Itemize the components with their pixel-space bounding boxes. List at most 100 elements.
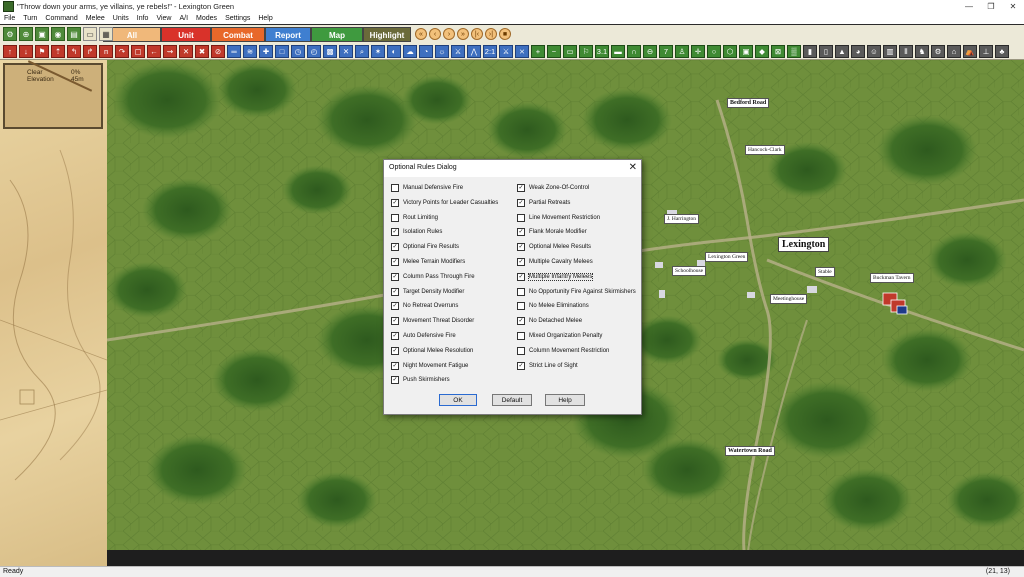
option-label[interactable]: No Melee Eliminations: [529, 303, 589, 309]
cannon-alt-icon[interactable]: ▬: [611, 44, 625, 58]
pie-chart-icon[interactable]: ◕: [851, 44, 865, 58]
document-icon[interactable]: ▭: [83, 27, 97, 41]
search-icon[interactable]: ⌕: [355, 44, 369, 58]
ratio-icon[interactable]: 2:1: [483, 44, 497, 58]
zoom-in-icon[interactable]: ⊕: [19, 27, 33, 41]
option-label[interactable]: Column Pass Through Fire: [403, 274, 475, 280]
option-checkbox[interactable]: ✓: [517, 184, 525, 192]
play-icon[interactable]: ›: [443, 28, 455, 40]
lock-icon[interactable]: ▲: [835, 44, 849, 58]
ok-button[interactable]: OK: [439, 394, 477, 406]
option-row[interactable]: ✓ Optional Fire Results: [391, 242, 459, 252]
barrel-icon[interactable]: ▥: [883, 44, 897, 58]
person-icon[interactable]: ♙: [675, 44, 689, 58]
option-row[interactable]: ✓ Optional Melee Results: [517, 242, 591, 252]
option-checkbox[interactable]: ✓: [391, 258, 399, 266]
tree-icon[interactable]: ♣: [995, 44, 1009, 58]
option-row[interactable]: Column Movement Restriction: [517, 346, 609, 356]
menu-command[interactable]: Command: [41, 13, 81, 24]
option-row[interactable]: ✓ Movement Threat Disorder: [391, 316, 474, 326]
smile-icon[interactable]: ☺: [867, 44, 881, 58]
menu-melee[interactable]: Melee: [82, 13, 109, 24]
tab-highlight[interactable]: Highlight: [363, 26, 411, 42]
option-label[interactable]: Optional Fire Results: [403, 244, 459, 250]
arrow-down-icon[interactable]: ↓: [19, 44, 33, 58]
option-checkbox[interactable]: ✓: [391, 302, 399, 311]
option-label[interactable]: Rout Limiting: [403, 215, 438, 221]
option-checkbox[interactable]: [517, 213, 525, 222]
back-icon[interactable]: ←: [147, 44, 161, 58]
option-checkbox[interactable]: [517, 302, 525, 311]
wifi-icon[interactable]: ≋: [243, 44, 257, 58]
option-label[interactable]: Flank Morale Modifier: [529, 229, 587, 235]
cannon-icon[interactable]: ═: [227, 44, 241, 58]
option-checkbox[interactable]: [517, 287, 525, 296]
signpost-icon[interactable]: ⚐: [579, 44, 593, 58]
star-icon[interactable]: ✶: [371, 44, 385, 58]
gift-icon[interactable]: ▩: [323, 44, 337, 58]
stopwatch-icon[interactable]: ◴: [307, 44, 321, 58]
option-label[interactable]: Target Density Modifier: [403, 289, 464, 295]
curve-icon[interactable]: ∩: [627, 44, 641, 58]
monitor-icon[interactable]: ▭: [563, 44, 577, 58]
frame-icon[interactable]: ▣: [739, 44, 753, 58]
settings-icon[interactable]: ⚙: [3, 27, 17, 41]
option-label[interactable]: Push Skirmishers: [403, 377, 450, 383]
about-face-icon[interactable]: ↷: [115, 44, 129, 58]
square-icon[interactable]: □: [275, 44, 289, 58]
option-label[interactable]: Night Movement Fatigue: [403, 363, 468, 369]
book-icon[interactable]: ▮: [803, 44, 817, 58]
layers-icon[interactable]: ▣: [35, 27, 49, 41]
option-row[interactable]: ✓ No Retreat Overruns: [391, 301, 458, 311]
cross-icon[interactable]: ✚: [259, 44, 273, 58]
sun-icon[interactable]: ☼: [435, 44, 449, 58]
option-checkbox[interactable]: ✓: [517, 272, 525, 281]
menu-view[interactable]: View: [152, 13, 175, 24]
option-row[interactable]: ✓ Auto Defensive Fire: [391, 331, 456, 341]
diamond-icon[interactable]: ◆: [755, 44, 769, 58]
option-row[interactable]: ✓ Multiple Infantry Melees: [517, 272, 594, 282]
no-entry-icon[interactable]: ⊘: [211, 44, 225, 58]
option-row[interactable]: ✓ Push Skirmishers: [391, 375, 450, 385]
org-chart-icon[interactable]: ⊥: [979, 44, 993, 58]
option-row[interactable]: ✓ Flank Morale Modifier: [517, 227, 587, 237]
circle-minus-icon[interactable]: ⊖: [643, 44, 657, 58]
option-checkbox[interactable]: [517, 346, 525, 355]
sabres-icon[interactable]: ⨯: [515, 44, 529, 58]
skip-forward-icon[interactable]: ›|: [485, 28, 497, 40]
swords-icon[interactable]: ⚔: [499, 44, 513, 58]
option-checkbox[interactable]: ✓: [517, 258, 525, 266]
option-label[interactable]: Victory Points for Leader Casualties: [403, 200, 498, 206]
option-row[interactable]: Mixed Organization Penalty: [517, 331, 602, 341]
turn-left-icon[interactable]: ↰: [67, 44, 81, 58]
option-checkbox[interactable]: ✓: [517, 317, 525, 326]
option-row[interactable]: ✓ Strict Line of Sight: [517, 361, 578, 371]
menu-units[interactable]: Units: [109, 13, 133, 24]
seven-icon[interactable]: 7: [659, 44, 673, 58]
cancel-icon[interactable]: ✕: [179, 44, 193, 58]
option-label[interactable]: Multiple Cavalry Melees: [529, 259, 593, 265]
soldiers-icon[interactable]: ⫴: [899, 44, 913, 58]
option-checkbox[interactable]: ✓: [517, 243, 525, 252]
counter-icon[interactable]: ▦: [99, 27, 113, 41]
x-icon[interactable]: ✕: [339, 44, 353, 58]
march-icon[interactable]: ⇝: [163, 44, 177, 58]
menu-settings[interactable]: Settings: [221, 13, 254, 24]
option-label[interactable]: Auto Defensive Fire: [403, 333, 456, 339]
end-turn-icon[interactable]: ■: [499, 28, 511, 40]
hex-icon[interactable]: ⬡: [723, 44, 737, 58]
option-checkbox[interactable]: [517, 332, 525, 340]
option-checkbox[interactable]: ✓: [391, 287, 399, 296]
menu-help[interactable]: Help: [254, 13, 276, 24]
option-row[interactable]: ✓ No Detached Melee: [517, 316, 582, 326]
option-label[interactable]: Partial Retreats: [529, 200, 570, 206]
first-icon[interactable]: «: [415, 28, 427, 40]
cross-swords-icon[interactable]: ⚔: [451, 44, 465, 58]
arrow-up-alt-icon[interactable]: ⇡: [51, 44, 65, 58]
option-label[interactable]: Optional Melee Results: [529, 244, 591, 250]
option-checkbox[interactable]: ✓: [517, 198, 525, 207]
minimize-button[interactable]: —: [958, 0, 980, 13]
close-icon[interactable]: ✕: [629, 162, 637, 174]
option-row[interactable]: ✓ Column Pass Through Fire: [391, 272, 475, 282]
close-window-button[interactable]: ✕: [1002, 0, 1024, 13]
